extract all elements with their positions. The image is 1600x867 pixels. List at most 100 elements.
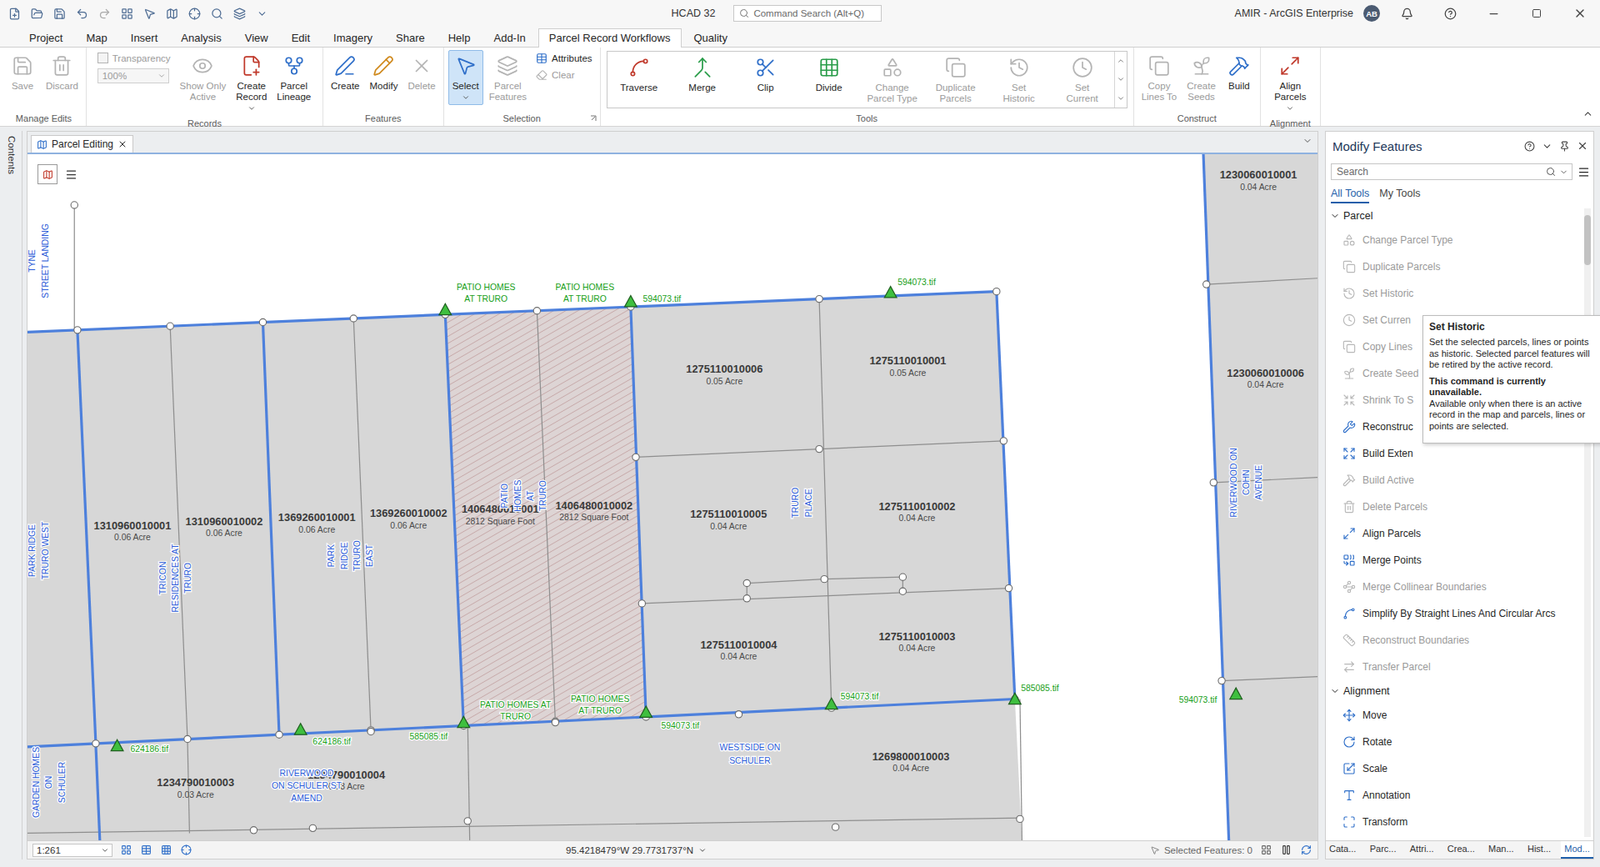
parcel-point[interactable] (899, 573, 906, 580)
parcel-point[interactable] (74, 326, 81, 334)
control-point-icon[interactable] (294, 723, 307, 735)
highlighted-parcel[interactable] (445, 310, 555, 726)
ribbon-button[interactable]: Build (1221, 50, 1257, 95)
tool-group-header[interactable]: Alignment (1325, 680, 1582, 702)
ribbon-button[interactable]: Create Record (231, 50, 271, 116)
pane-bottom-tab[interactable]: Parc... (1366, 840, 1400, 859)
ribbon-tab[interactable]: Share (385, 28, 436, 48)
ribbon-button[interactable]: Change Parcel Type (860, 51, 925, 108)
parcel-line[interactable] (262, 322, 280, 735)
control-point-icon[interactable] (457, 715, 470, 727)
expand-gallery-icon[interactable] (1116, 94, 1125, 103)
pane-bottom-tab[interactable]: Crea... (1444, 840, 1479, 859)
parcel-line[interactable] (641, 588, 1009, 604)
pane-options-icon[interactable] (1541, 140, 1553, 152)
pane-tab[interactable]: All Tools (1330, 185, 1370, 204)
map-menu-icon[interactable] (60, 164, 81, 185)
parcel-point[interactable] (1203, 280, 1210, 288)
parcel-line[interactable] (170, 325, 188, 739)
pane-tab[interactable]: My Tools (1379, 185, 1420, 204)
parcel-point[interactable] (275, 730, 283, 738)
parcel-point[interactable] (250, 826, 257, 834)
command-search[interactable]: Command Search (Alt+Q) (733, 5, 882, 22)
ribbon-button[interactable]: Parcel Features (485, 50, 531, 106)
ribbon-tab[interactable]: Edit (280, 28, 321, 48)
parcel-point[interactable] (309, 824, 316, 831)
ribbon-tab[interactable]: Help (437, 28, 482, 48)
parcel-point[interactable] (70, 201, 78, 209)
ribbon-button[interactable]: Discard (41, 50, 83, 95)
parcel-point[interactable] (1005, 584, 1012, 591)
ribbon-button[interactable]: Set Historic (987, 51, 1051, 108)
parcel-point[interactable] (166, 322, 174, 330)
control-point-icon[interactable] (1009, 692, 1022, 704)
transparency-combo[interactable]: 100% (97, 68, 170, 84)
highlighted-parcel[interactable] (536, 306, 646, 721)
tool-group-header[interactable]: Parcel (1325, 205, 1582, 227)
parcel-point[interactable] (735, 710, 742, 718)
grid-icon[interactable] (119, 5, 135, 21)
control-point-icon[interactable] (439, 303, 452, 315)
parcel-point[interactable] (815, 295, 823, 302)
pane-bottom-tab[interactable]: Hist... (1524, 840, 1555, 859)
ribbon-small-button[interactable]: Clear (535, 69, 593, 81)
tool-item[interactable]: Duplicate Parcels (1325, 253, 1582, 280)
pin-icon[interactable] (1559, 140, 1570, 152)
parcel-line[interactable] (819, 299, 832, 709)
ribbon-tab[interactable]: Analysis (170, 28, 232, 48)
search-options-icon[interactable] (1559, 167, 1569, 177)
parcel-point[interactable] (551, 718, 559, 725)
help-icon[interactable] (1433, 1, 1467, 25)
ribbon-tab[interactable]: View (234, 28, 280, 48)
ribbon-small-button[interactable]: Attributes (535, 52, 593, 65)
close-pane-icon[interactable] (1576, 140, 1589, 152)
control-point-icon[interactable] (825, 697, 838, 709)
pane-bottom-tab[interactable]: Mod... (1560, 840, 1594, 859)
user-avatar[interactable]: AB (1363, 5, 1380, 22)
ribbon-button[interactable]: Create (326, 50, 365, 95)
control-point-icon[interactable] (884, 286, 897, 298)
tool-item[interactable]: Simplify By Straight Lines And Circular … (1325, 600, 1582, 627)
zoom-icon[interactable] (209, 5, 225, 21)
parcel-line[interactable] (1206, 278, 1318, 285)
pane-menu-icon[interactable] (1577, 165, 1590, 179)
crosshair-icon[interactable] (179, 843, 193, 857)
tool-item[interactable]: Build Active (1325, 466, 1582, 494)
pane-search[interactable]: Search (1330, 163, 1573, 180)
parcel-line[interactable] (824, 576, 903, 579)
tool-item[interactable]: Transform (1325, 808, 1582, 835)
ribbon-button[interactable]: Divide (797, 51, 861, 108)
scale-combo[interactable]: 1:261 (32, 843, 113, 857)
tool-item[interactable]: Reconstruct Boundaries (1325, 626, 1582, 654)
tool-item[interactable]: Build Exten (1325, 440, 1582, 467)
parcel-point[interactable] (1016, 815, 1024, 822)
boundary-line[interactable] (27, 291, 997, 333)
restore-icon[interactable] (1520, 1, 1554, 25)
parcel-line[interactable] (996, 291, 1015, 700)
new-project-icon[interactable] (6, 5, 22, 21)
ribbon-tab[interactable]: Project (18, 28, 74, 48)
map-canvas[interactable]: 13109600100010.06 Acre13109600100020.06 … (27, 154, 1318, 840)
control-point-icon[interactable] (110, 739, 124, 750)
map-overlay-button[interactable] (37, 164, 58, 185)
parcel-point[interactable] (743, 595, 750, 602)
parcel-line[interactable] (536, 310, 555, 721)
parcel-point[interactable] (464, 817, 471, 825)
control-point-icon[interactable] (625, 295, 638, 306)
ribbon-tab[interactable]: Quality (683, 28, 739, 48)
ribbon-button[interactable]: Merge (670, 51, 735, 108)
crosshair-icon[interactable] (186, 5, 202, 21)
refresh-mode-icon[interactable] (1259, 843, 1273, 857)
parcel-line[interactable] (77, 330, 96, 744)
parcel-line[interactable] (746, 579, 825, 584)
parcel-point[interactable] (820, 575, 828, 583)
scroll-thumb[interactable] (1584, 215, 1591, 265)
help-icon[interactable] (1524, 140, 1535, 152)
ribbon-button[interactable]: Modify (365, 50, 403, 95)
scroll-up-icon[interactable] (1116, 56, 1125, 65)
grid-icon[interactable] (119, 843, 133, 857)
ribbon-button[interactable]: Copy Lines To (1137, 50, 1182, 106)
tool-item[interactable]: Merge Points (1325, 546, 1582, 574)
parcel-point[interactable] (993, 288, 1000, 295)
tool-item[interactable]: Merge Collinear Boundaries (1325, 573, 1582, 600)
